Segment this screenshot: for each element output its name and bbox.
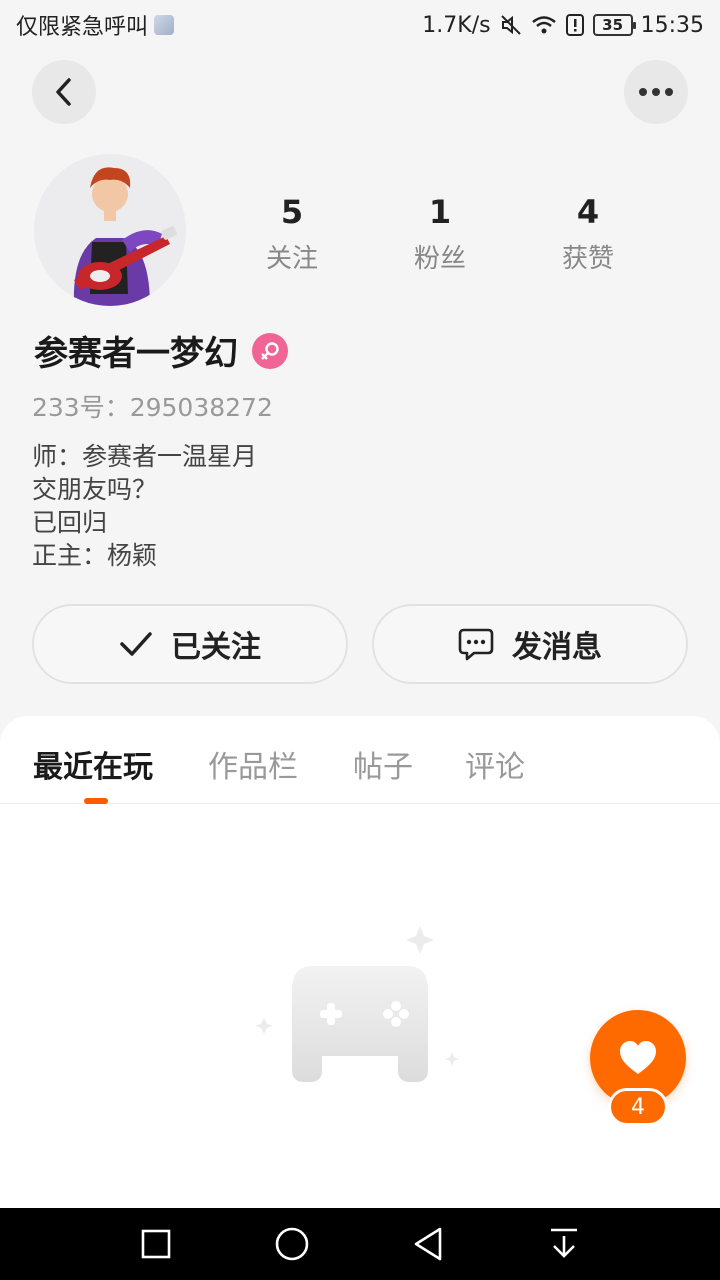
stat-following[interactable]: 5 关注 (232, 192, 352, 275)
mute-icon (500, 15, 521, 35)
more-dots-icon (639, 88, 673, 96)
tab-recently-played[interactable]: 最近在玩 (33, 742, 153, 786)
circle-icon (275, 1227, 309, 1261)
tab-posts[interactable]: 帖子 (353, 742, 413, 786)
tab-bar: 最近在玩 作品栏 帖子 评论 (0, 736, 720, 804)
network-speed: 1.7K/s (422, 12, 491, 38)
active-tab-indicator (84, 798, 108, 804)
bio-line: 交朋友吗？ (32, 475, 158, 504)
content-panel: 最近在玩 作品栏 帖子 评论 (0, 716, 720, 1208)
send-message-button[interactable]: 发消息 (372, 604, 688, 684)
avatar[interactable] (34, 154, 186, 306)
status-left: 仅限紧急呼叫 (16, 9, 175, 41)
chevron-left-icon (56, 78, 71, 106)
back-button[interactable] (32, 60, 96, 124)
like-count-badge: 4 (608, 1088, 668, 1126)
square-icon (141, 1229, 171, 1259)
battery-level: 35 (602, 16, 624, 34)
back-nav-button[interactable] (408, 1224, 448, 1264)
status-bar: 仅限紧急呼叫 1.7K/s 35 15:35 (0, 0, 720, 50)
notification-pulldown-button[interactable] (544, 1224, 584, 1264)
avatar-illustration (34, 154, 186, 306)
stat-fans[interactable]: 1 粉丝 (380, 192, 500, 275)
recents-button[interactable] (136, 1224, 176, 1264)
stat-likes[interactable]: 4 获赞 (528, 192, 648, 275)
system-nav-bar (0, 1208, 720, 1280)
female-icon (252, 332, 288, 369)
fans-label: 粉丝 (413, 244, 466, 274)
sim-icon (154, 15, 175, 35)
user-id: 233号：295038272 (32, 393, 273, 422)
followed-button[interactable]: 已关注 (32, 604, 348, 684)
battery-icon: 35 (592, 14, 636, 36)
following-count: 5 (280, 193, 304, 231)
wifi-icon (531, 16, 556, 34)
triangle-back-icon (414, 1227, 442, 1261)
following-label: 关注 (265, 244, 318, 274)
tab-works[interactable]: 作品栏 (208, 742, 298, 786)
status-right: 1.7K/s 35 15:35 (422, 13, 704, 38)
alert-icon (565, 14, 584, 36)
heart-icon (620, 1041, 656, 1074)
tab-comments[interactable]: 评论 (465, 742, 525, 786)
username: 参赛者一梦幻 (34, 334, 238, 374)
send-message-label: 发消息 (512, 630, 602, 665)
clock: 15:35 (640, 12, 704, 38)
likes-count: 4 (576, 193, 600, 231)
bio-line: 师：参赛者一温星月 (32, 442, 258, 471)
bio-line: 正主：杨颖 (32, 541, 158, 570)
username-row: 参赛者一梦幻 (34, 326, 288, 375)
carrier-text: 仅限紧急呼叫 (16, 15, 149, 40)
bio: 师：参赛者一温星月 交朋友吗？ 已回归 正主：杨颖 (32, 440, 257, 572)
bio-line: 已回归 (32, 508, 108, 537)
chat-bubble-icon (458, 628, 494, 661)
fans-count: 1 (428, 193, 452, 231)
likes-label: 获赞 (561, 244, 614, 274)
check-icon (120, 632, 152, 656)
gamepad-empty-icon (255, 926, 459, 1082)
more-button[interactable] (624, 60, 688, 124)
followed-label: 已关注 (171, 630, 261, 665)
pull-down-icon (551, 1228, 577, 1258)
home-button[interactable] (272, 1224, 312, 1264)
